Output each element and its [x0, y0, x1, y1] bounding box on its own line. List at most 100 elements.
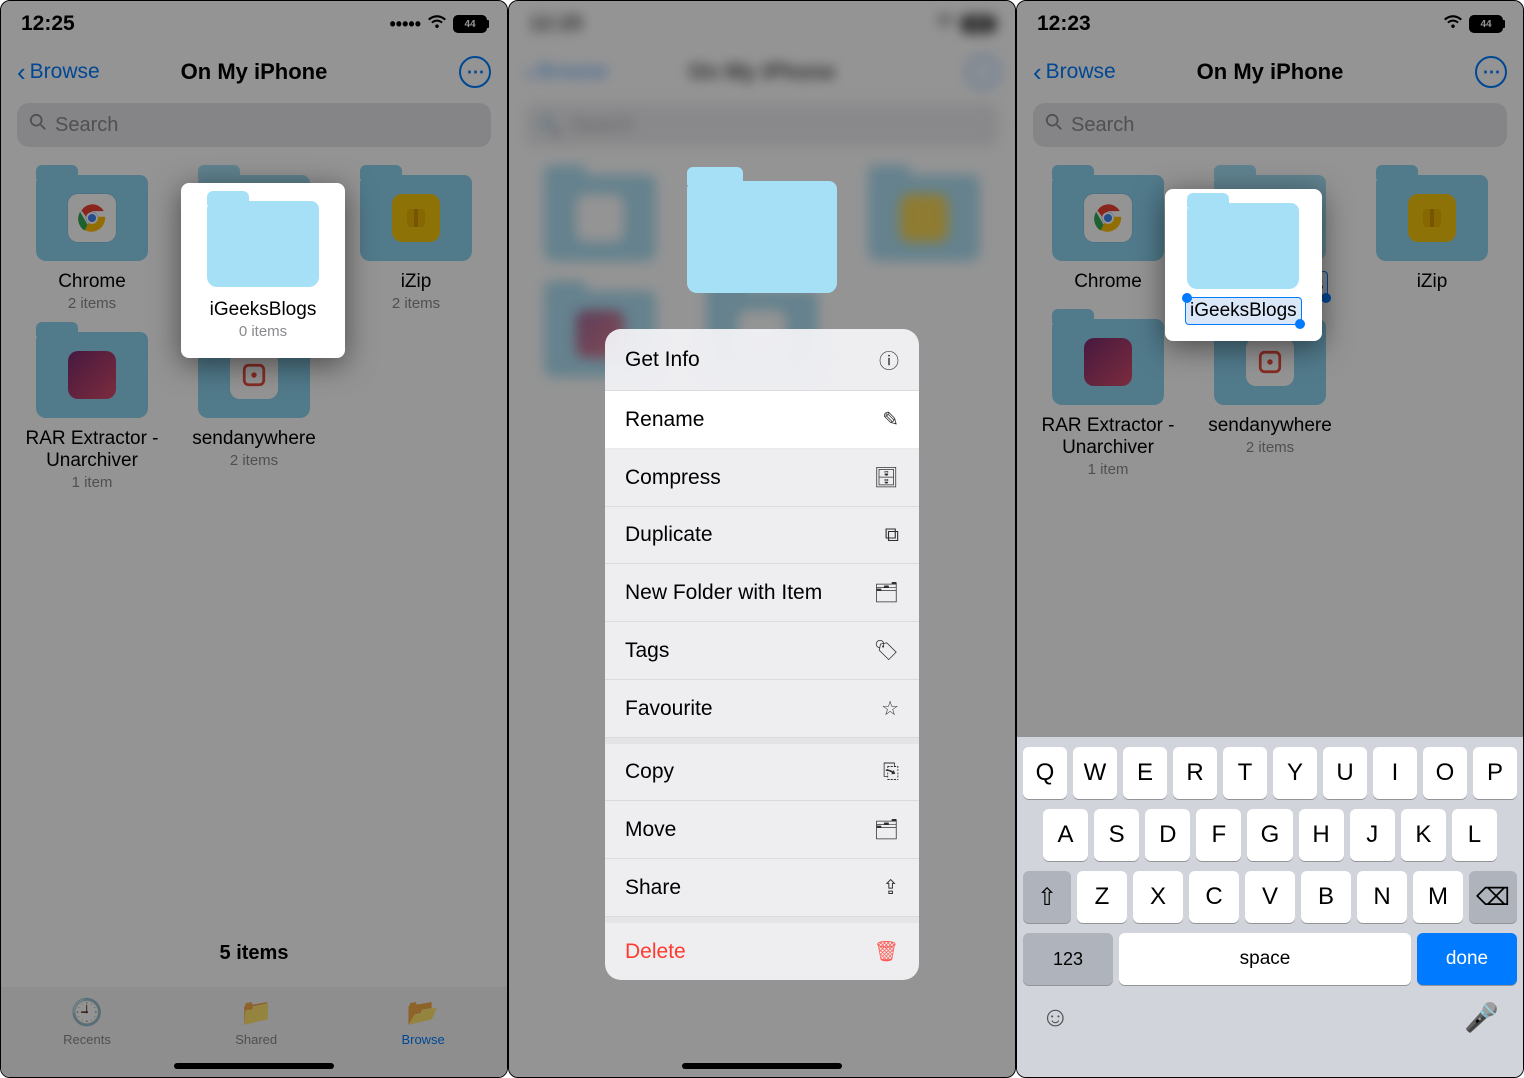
screenshot-3: 12:23 44 ‹ Browse On My iPhone ⋯ Search	[1016, 0, 1524, 1078]
backspace-key[interactable]: ⌫	[1469, 871, 1517, 923]
izip-icon	[1408, 194, 1456, 242]
shift-key[interactable]: ⇧	[1023, 871, 1071, 923]
menu-delete[interactable]: Delete 🗑	[605, 917, 919, 980]
tab-browse[interactable]: 📂 Browse	[401, 997, 444, 1047]
key-f[interactable]: F	[1196, 809, 1241, 861]
rename-input-highlight[interactable]: iGeeksBlogs	[1185, 297, 1302, 325]
key-p[interactable]: P	[1473, 747, 1517, 799]
mic-key[interactable]: 🎤	[1464, 1001, 1499, 1034]
space-key[interactable]: space	[1119, 933, 1411, 985]
sendanywhere-icon	[1246, 338, 1294, 386]
key-u[interactable]: U	[1323, 747, 1367, 799]
menu-duplicate[interactable]: Duplicate ⧉	[605, 507, 919, 564]
key-l[interactable]: L	[1452, 809, 1497, 861]
chrome-icon	[68, 194, 116, 242]
tab-shared[interactable]: 📁 Shared	[235, 997, 277, 1047]
info-icon: ⓘ	[879, 345, 899, 374]
highlight-rename: iGeeksBlogs	[1165, 189, 1322, 341]
key-m[interactable]: M	[1413, 871, 1463, 923]
folder-izip[interactable]: iZip	[1353, 175, 1511, 299]
shared-icon: 📁	[240, 997, 272, 1028]
menu-favourite[interactable]: Favourite ☆	[605, 680, 919, 738]
home-indicator	[174, 1063, 334, 1069]
back-button[interactable]: ‹ Browse	[1033, 57, 1116, 88]
key-r[interactable]: R	[1173, 747, 1217, 799]
key-q[interactable]: Q	[1023, 747, 1067, 799]
back-button[interactable]: ‹Browse	[525, 57, 608, 88]
archive-icon: 🗄	[874, 465, 899, 490]
key-j[interactable]: J	[1350, 809, 1395, 861]
rar-icon	[68, 351, 116, 399]
folder-izip[interactable]: iZip 2 items	[337, 175, 495, 312]
status-bar: 12:25 44	[509, 1, 1015, 47]
menu-share[interactable]: Share ⇪	[605, 859, 919, 917]
nav-bar: ‹ Browse On My iPhone ⋯	[1, 47, 507, 97]
key-s[interactable]: S	[1094, 809, 1139, 861]
done-key[interactable]: done	[1417, 933, 1517, 985]
duplicate-icon: ⧉	[885, 524, 899, 547]
menu-tags[interactable]: Tags 🏷	[605, 622, 919, 680]
key-a[interactable]: A	[1043, 809, 1088, 861]
context-target-folder	[687, 181, 837, 303]
key-t[interactable]: T	[1223, 747, 1267, 799]
key-k[interactable]: K	[1401, 809, 1446, 861]
menu-move[interactable]: Move 🗂	[605, 801, 919, 859]
key-h[interactable]: H	[1299, 809, 1344, 861]
sendanywhere-icon	[230, 351, 278, 399]
folder-rar-extractor[interactable]: RAR Extractor - Unarchiver 1 item	[13, 332, 171, 491]
keyboard: QWERTYUIOP ASDFGHJKL ⇧ ZXCVBNM ⌫ 123 spa…	[1017, 737, 1523, 1077]
tab-recents[interactable]: 🕘 Recents	[63, 997, 111, 1047]
menu-get-info[interactable]: Get Info ⓘ	[605, 329, 919, 391]
item-count: 5 items	[1, 942, 507, 965]
back-label: Browse	[30, 60, 100, 84]
key-x[interactable]: X	[1133, 871, 1183, 923]
star-icon: ☆	[881, 696, 899, 721]
folder-label: iZip	[401, 271, 432, 293]
screenshot-2: 12:25 44 ‹Browse On My iPhone ⋯ 🔍Search	[508, 0, 1016, 1078]
highlight-folder: iGeeksBlogs 0 items	[181, 183, 345, 358]
wifi-icon	[427, 14, 447, 35]
menu-rename[interactable]: Rename ✎	[605, 391, 919, 449]
home-indicator	[682, 1063, 842, 1069]
key-g[interactable]: G	[1247, 809, 1292, 861]
key-d[interactable]: D	[1145, 809, 1190, 861]
back-button[interactable]: ‹ Browse	[17, 57, 100, 88]
folder-chrome[interactable]: Chrome	[1029, 175, 1187, 299]
key-c[interactable]: C	[1189, 871, 1239, 923]
menu-copy[interactable]: Copy ⎘	[605, 738, 919, 801]
search-field[interactable]: Search	[17, 103, 491, 147]
chevron-left-icon: ‹	[17, 57, 26, 88]
folder-sendanywhere[interactable]: sendanywhere 2 items	[1191, 319, 1349, 478]
more-button[interactable]: ⋯	[967, 56, 999, 88]
folder-icon: 📂	[407, 997, 439, 1028]
nav-bar: ‹Browse On My iPhone ⋯	[509, 47, 1015, 97]
key-i[interactable]: I	[1373, 747, 1417, 799]
key-b[interactable]: B	[1301, 871, 1351, 923]
search-icon	[1045, 113, 1063, 137]
key-v[interactable]: V	[1245, 871, 1295, 923]
folder-meta: 2 items	[68, 295, 116, 312]
key-y[interactable]: Y	[1273, 747, 1317, 799]
numeric-key[interactable]: 123	[1023, 933, 1113, 985]
key-z[interactable]: Z	[1077, 871, 1127, 923]
highlight-meta: 0 items	[239, 323, 287, 340]
folder-plus-icon: 🗂	[874, 580, 899, 605]
folder-label: RAR Extractor - Unarchiver	[13, 428, 171, 472]
pencil-icon: ✎	[882, 407, 899, 432]
search-icon	[29, 113, 47, 137]
emoji-key[interactable]: ☺	[1041, 1001, 1070, 1034]
folder-rar-extractor[interactable]: RAR Extractor - Unarchiver 1 item	[1029, 319, 1187, 478]
more-button[interactable]: ⋯	[1475, 56, 1507, 88]
more-button[interactable]: ⋯	[459, 56, 491, 88]
menu-compress[interactable]: Compress 🗄	[605, 449, 919, 507]
key-o[interactable]: O	[1423, 747, 1467, 799]
key-w[interactable]: W	[1073, 747, 1117, 799]
key-n[interactable]: N	[1357, 871, 1407, 923]
clock: 12:25	[529, 12, 583, 36]
clock: 12:25	[21, 12, 75, 36]
key-e[interactable]: E	[1123, 747, 1167, 799]
folder-chrome[interactable]: Chrome 2 items	[13, 175, 171, 312]
search-field[interactable]: Search	[1033, 103, 1507, 147]
folder-meta: 2 items	[392, 295, 440, 312]
menu-new-folder[interactable]: New Folder with Item 🗂	[605, 564, 919, 622]
